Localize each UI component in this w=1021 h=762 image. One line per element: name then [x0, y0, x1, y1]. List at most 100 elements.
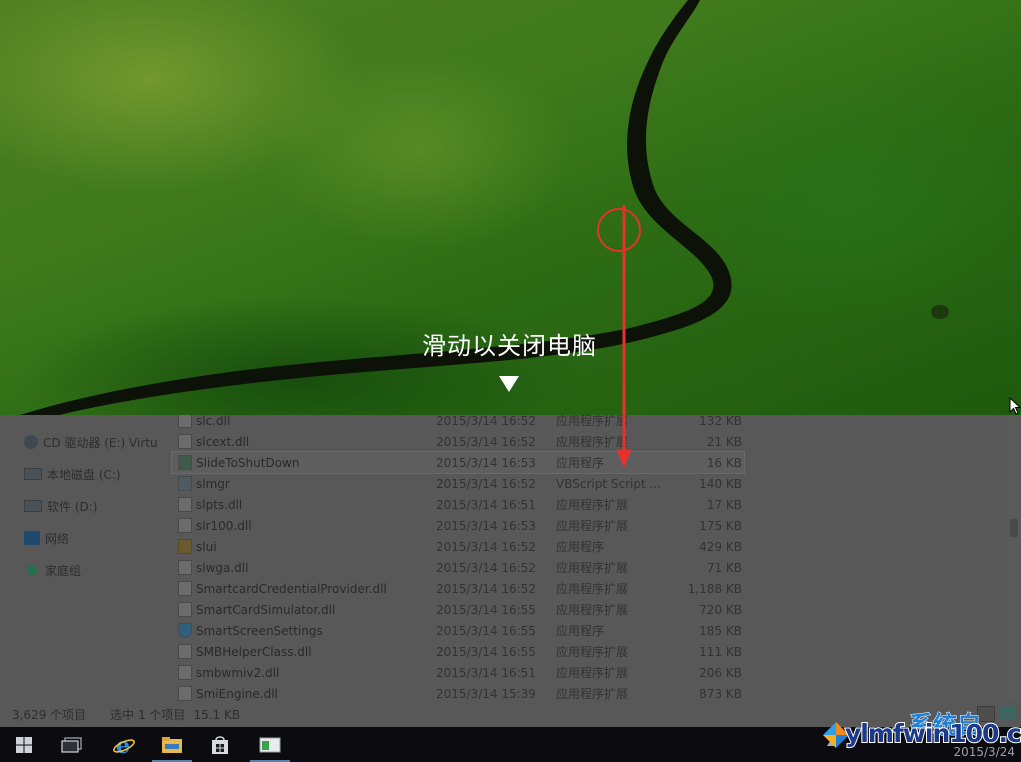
vertical-scrollbar[interactable] [1007, 415, 1021, 702]
nav-item-label: CD 驱动器 (E:) Virtu [43, 435, 158, 450]
file-row[interactable]: slcext.dll 2015/3/14 16:52 应用程序扩展 21 KB [172, 431, 744, 452]
file-size: 21 KB [706, 434, 742, 449]
file-date: 2015/3/14 15:39 [436, 686, 536, 701]
file-type: 应用程序扩展 [556, 666, 629, 680]
file-name: slcext.dll [196, 434, 250, 449]
selection-size: 15.1 KB [193, 707, 241, 722]
down-arrow-icon [499, 376, 519, 392]
file-date: 2015/3/14 16:52 [436, 581, 536, 596]
keys-icon [178, 539, 192, 554]
file-size: 720 KB [699, 602, 742, 617]
file-date: 2015/3/14 16:53 [436, 455, 536, 470]
network-icon [24, 531, 40, 545]
nav-item-label: 本地磁盘 (C:) [47, 467, 121, 482]
file-date: 2015/3/14 16:53 [436, 518, 536, 533]
file-name: SlideToShutDown [196, 455, 300, 470]
file-name: slpts.dll [196, 497, 243, 512]
file-explorer-button[interactable] [148, 727, 196, 762]
file-size: 206 KB [699, 665, 742, 680]
file-row[interactable]: SmartCardSimulator.dll 2015/3/14 16:55 应用程… [172, 599, 744, 620]
file-type: 应用程序扩展 [556, 498, 629, 512]
file-row[interactable]: slr100.dll 2015/3/14 16:53 应用程序扩展 175 KB [172, 515, 744, 536]
task-view-icon [61, 736, 82, 753]
nav-item-homegroup[interactable]: 家庭组 [24, 560, 81, 580]
vbscript-icon [178, 476, 192, 491]
application-window-icon [259, 737, 281, 752]
scrollbar-thumb[interactable] [1010, 519, 1018, 537]
file-size: 140 KB [699, 476, 742, 491]
file-type: 应用程序扩展 [556, 435, 629, 449]
file-row[interactable]: slpts.dll 2015/3/14 16:51 应用程序扩展 17 KB [172, 494, 744, 515]
file-name: SmartcardCredentialProvider.dll [196, 581, 387, 596]
slide-to-shutdown-panel[interactable]: 滑动以关闭电脑 [0, 0, 1021, 415]
file-row[interactable]: SmiEngine.dll 2015/3/14 15:39 应用程序扩展 873 KB [172, 683, 744, 704]
nav-item-label: 家庭组 [45, 563, 82, 578]
file-name: SmartCardSimulator.dll [196, 602, 336, 617]
file-date: 2015/3/14 16:52 [436, 560, 536, 575]
dll-file-icon [178, 434, 192, 449]
prompt-text: 滑动以关闭电脑 [422, 333, 597, 360]
store-bag-icon [212, 735, 228, 754]
file-size: 111 KB [699, 644, 742, 659]
file-type: 应用程序扩展 [556, 645, 629, 659]
file-name: slmgr [196, 476, 230, 491]
dll-file-icon [178, 644, 192, 659]
file-type: 应用程序扩展 [556, 603, 629, 617]
task-view-button[interactable] [48, 727, 96, 762]
file-date: 2015/3/14 16:51 [436, 665, 536, 680]
file-row[interactable]: SlideToShutDown 2015/3/14 16:53 应用程序 16 KB [171, 451, 745, 474]
nav-item-network[interactable]: 网络 [24, 528, 69, 548]
nav-item-label: 软件 (D:) [47, 499, 98, 514]
file-date: 2015/3/14 16:55 [436, 623, 536, 638]
selection-count: 选中 1 个项目 [110, 708, 186, 722]
file-list: slc.dll 2015/3/14 16:52 应用程序扩展 132 KB slcext… [171, 410, 752, 704]
slide-to-shutdown-prompt: 滑动以关闭电脑 [0, 326, 1021, 361]
file-date: 2015/3/14 16:55 [436, 602, 536, 617]
clock-date: 2015/3/24 [953, 745, 1015, 759]
file-row[interactable]: SMBHelperClass.dll 2015/3/14 16:55 应用程序扩展 1… [172, 641, 744, 662]
slide-to-shutdown-app-button[interactable] [246, 727, 294, 762]
dll-file-icon [178, 413, 192, 428]
file-type: VBScript Script ... [556, 476, 660, 491]
mouse-cursor-icon [1009, 397, 1021, 415]
dll-file-icon [178, 602, 192, 617]
dll-file-icon [178, 497, 192, 512]
nav-item-software-d[interactable]: 软件 (D:) [24, 496, 97, 516]
homegroup-icon [27, 565, 37, 575]
start-button[interactable] [0, 727, 48, 762]
file-row[interactable]: smbwmiv2.dll 2015/3/14 16:51 应用程序扩展 206 KB [172, 662, 744, 683]
file-date: 2015/3/14 16:52 [436, 434, 536, 449]
internet-explorer-icon: e [113, 734, 135, 756]
drive-icon [24, 500, 42, 512]
file-row[interactable]: SmartcardCredentialProvider.dll 2015/3/14… [172, 578, 744, 599]
file-row[interactable]: slui 2015/3/14 16:52 应用程序 429 KB [172, 536, 744, 557]
application-icon [178, 455, 192, 470]
file-row[interactable]: slmgr 2015/3/14 16:52 VBScript Script ... 1… [172, 473, 744, 494]
nav-item-local-disk-c[interactable]: 本地磁盘 (C:) [24, 464, 121, 484]
nav-item-label: 网络 [45, 531, 70, 546]
file-size: 17 KB [706, 497, 742, 512]
cd-drive-icon [24, 435, 38, 449]
item-count: 3,629 个项目 [12, 708, 87, 722]
file-size: 175 KB [699, 518, 742, 533]
dll-file-icon [178, 665, 192, 680]
file-size: 71 KB [706, 560, 742, 575]
file-type: 应用程序扩展 [556, 582, 629, 596]
internet-explorer-button[interactable]: e [100, 727, 148, 762]
windows-logo-icon [16, 736, 32, 753]
file-name: slwga.dll [196, 560, 249, 575]
tree-shape [931, 305, 949, 319]
nav-item-cd-drive[interactable]: CD 驱动器 (E:) Virtu [24, 432, 158, 452]
dll-file-icon [178, 686, 192, 701]
file-name: SmiEngine.dll [196, 686, 278, 701]
file-name: slr100.dll [196, 518, 252, 533]
file-date: 2015/3/14 16:52 [436, 476, 536, 491]
file-date: 2015/3/14 16:52 [436, 539, 536, 554]
file-name: SmartScreenSettings [196, 623, 323, 638]
file-size: 873 KB [699, 686, 742, 701]
file-type: 应用程序 [556, 624, 605, 638]
file-row[interactable]: slwga.dll 2015/3/14 16:52 应用程序扩展 71 KB [172, 557, 744, 578]
file-type: 应用程序扩展 [556, 687, 629, 701]
store-button[interactable] [196, 727, 244, 762]
file-row[interactable]: SmartScreenSettings 2015/3/14 16:55 应用程序 18… [172, 620, 744, 641]
